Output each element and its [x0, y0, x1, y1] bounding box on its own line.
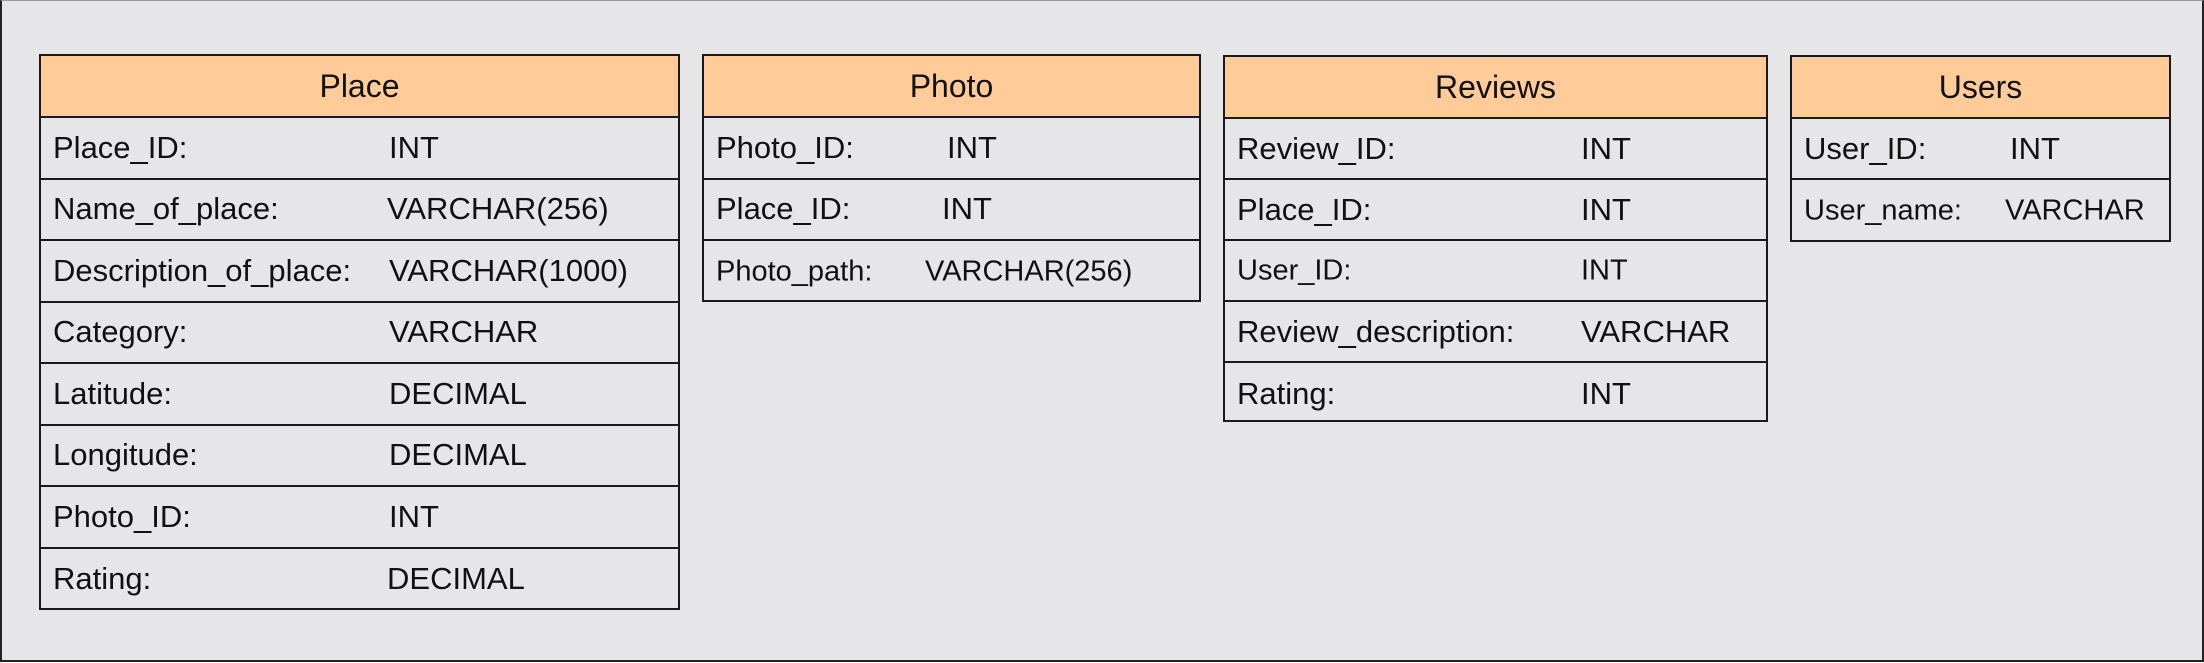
field-row: User_ID: INT	[1792, 119, 2169, 180]
field-type: INT	[1581, 254, 1628, 286]
field-type: VARCHAR(256)	[387, 191, 609, 227]
entity-title: Photo	[704, 56, 1199, 118]
field-type: INT	[942, 191, 992, 227]
field-name: User_ID:	[1237, 254, 1352, 286]
field-name: Description_of_place:	[53, 252, 352, 288]
field-name: Rating:	[1237, 375, 1336, 411]
field-row: Place_ID: INT	[41, 118, 678, 180]
field-row: Name_of_place: VARCHAR(256)	[41, 180, 678, 241]
field-type: INT	[947, 129, 997, 165]
field-type: VARCHAR	[2005, 194, 2145, 226]
field-type: VARCHAR(1000)	[389, 252, 628, 288]
field-name: User_name:	[1804, 194, 1962, 226]
field-row: Description_of_place: VARCHAR(1000)	[41, 241, 678, 303]
field-row: Category: VARCHAR	[41, 303, 678, 364]
field-row: Photo_ID: INT	[704, 118, 1199, 180]
field-row: User_ID: INT	[1225, 241, 1766, 302]
entity-photo[interactable]: Photo Photo_ID: INT Place_ID: INT Photo_…	[702, 54, 1201, 302]
field-row: Photo_ID: INT	[41, 487, 678, 549]
entity-reviews[interactable]: Reviews Review_ID: INT Place_ID: INT Use…	[1223, 55, 1768, 422]
field-type: INT	[1581, 130, 1631, 166]
field-name: Review_description:	[1237, 313, 1515, 349]
field-name: Place_ID:	[53, 129, 188, 165]
field-name: User_ID:	[1804, 130, 1927, 166]
field-type: INT	[1581, 191, 1631, 227]
field-type: DECIMAL	[389, 375, 527, 411]
field-name: Longitude:	[53, 437, 198, 473]
field-type: INT	[389, 498, 439, 534]
field-type: INT	[2010, 130, 2060, 166]
field-row: Place_ID: INT	[1225, 180, 1766, 241]
field-name: Photo_ID:	[716, 129, 854, 165]
field-type: VARCHAR	[389, 314, 539, 350]
entity-title: Users	[1792, 57, 2169, 119]
entity-title: Place	[41, 56, 678, 118]
entity-title: Reviews	[1225, 57, 1766, 119]
field-row: User_name: VARCHAR	[1792, 180, 2169, 241]
field-row: Rating: DECIMAL	[41, 549, 678, 611]
field-name: Photo_path:	[716, 255, 873, 288]
field-row: Place_ID: INT	[704, 180, 1199, 241]
field-name: Latitude:	[53, 375, 172, 411]
field-name: Category:	[53, 314, 188, 350]
field-name: Name_of_place:	[53, 191, 279, 227]
field-name: Photo_ID:	[53, 498, 191, 534]
field-type: INT	[1581, 375, 1631, 411]
entity-users[interactable]: Users User_ID: INT User_name: VARCHAR	[1790, 55, 2171, 242]
field-name: Place_ID:	[716, 191, 851, 227]
field-type: VARCHAR(256)	[925, 255, 1133, 288]
field-type: DECIMAL	[387, 561, 525, 597]
field-row: Latitude: DECIMAL	[41, 364, 678, 426]
field-name: Review_ID:	[1237, 130, 1396, 166]
field-type: INT	[389, 129, 439, 165]
field-row: Review_description: VARCHAR	[1225, 302, 1766, 363]
field-row: Photo_path: VARCHAR(256)	[704, 241, 1199, 303]
diagram-canvas: Place Place_ID: INT Name_of_place: VARCH…	[0, 0, 2204, 662]
field-row: Longitude: DECIMAL	[41, 426, 678, 487]
entity-place[interactable]: Place Place_ID: INT Name_of_place: VARCH…	[39, 54, 680, 610]
field-name: Rating:	[53, 561, 152, 597]
field-type: DECIMAL	[389, 437, 527, 473]
field-type: VARCHAR	[1581, 313, 1731, 349]
field-row: Review_ID: INT	[1225, 119, 1766, 180]
field-row: Rating: INT	[1225, 363, 1766, 424]
field-name: Place_ID:	[1237, 191, 1372, 227]
